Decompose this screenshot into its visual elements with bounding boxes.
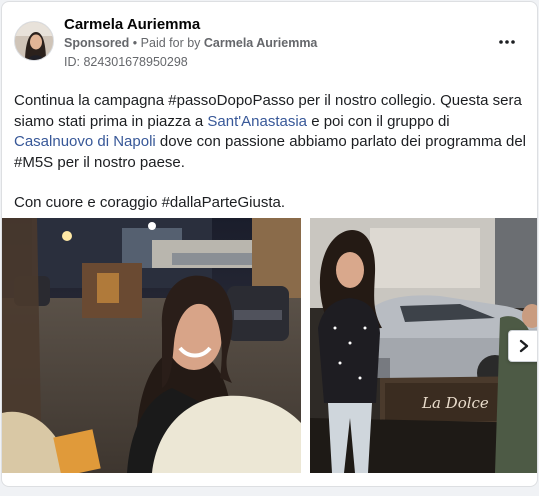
post-text-segment: e poi con il gruppo di: [307, 112, 450, 130]
photo-woman-by-car: La Dolce: [310, 218, 537, 473]
author-avatar[interactable]: [14, 21, 54, 61]
sponsored-label: Sponsored: [64, 36, 130, 50]
more-options-button[interactable]: [493, 32, 521, 52]
post-text: Continua la campagna #passoDopoPasso per…: [14, 91, 526, 214]
avatar-image: [15, 22, 53, 60]
paid-for-label: Paid for by: [140, 36, 201, 50]
ad-meta-line: Sponsored • Paid for by Carmela Auriemma: [64, 36, 317, 50]
ad-id: ID: 824301678950298: [64, 55, 188, 69]
chevron-right-icon: [519, 339, 529, 353]
carousel-photo-1[interactable]: [2, 218, 301, 473]
more-horizontal-icon: [499, 40, 515, 44]
carousel-photo-2[interactable]: La Dolce: [310, 218, 537, 473]
paid-for-by-name: Carmela Auriemma: [203, 36, 318, 50]
photo-smiling-woman-in-piazza: [2, 218, 301, 473]
ad-post-card: Carmela Auriemma Sponsored • Paid for by…: [1, 1, 538, 487]
author-name[interactable]: Carmela Auriemma: [64, 16, 200, 33]
meta-separator: •: [132, 36, 138, 50]
carousel-next-button[interactable]: [508, 330, 537, 362]
la-dolce-sign-text: La Dolce: [421, 394, 489, 412]
group-link-casalnuovo[interactable]: Casalnuovo di Napoli: [14, 133, 156, 150]
post-paragraph-1: Continua la campagna #passoDopoPasso per…: [14, 91, 526, 173]
photo-carousel: La Dolce: [2, 218, 537, 473]
place-link-santanastasia[interactable]: Sant'Anastasia: [207, 113, 307, 130]
post-header: Carmela Auriemma Sponsored • Paid for by…: [14, 14, 527, 70]
post-paragraph-2: Con cuore e coraggio #dallaParteGiusta.: [14, 194, 285, 211]
